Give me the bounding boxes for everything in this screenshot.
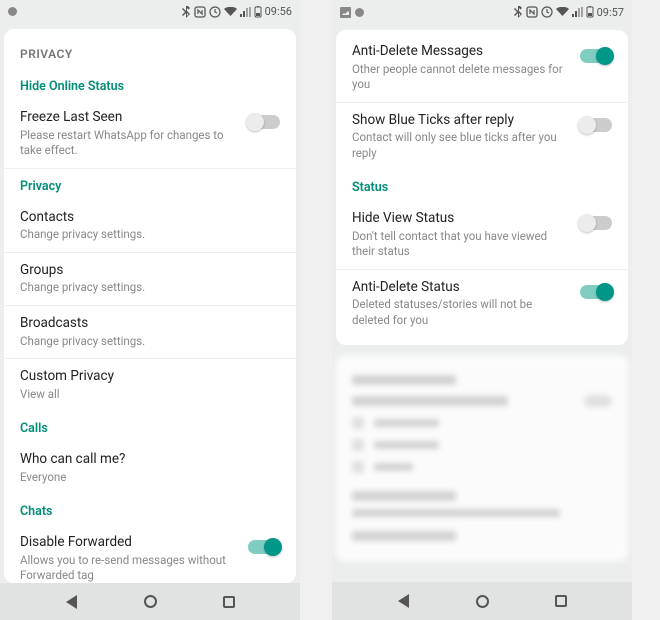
nav-home-button[interactable] [142, 594, 158, 610]
phone-left: 09:56 PRIVACY Hide Online Status Freeze … [0, 0, 300, 620]
nav-recent-button[interactable] [221, 594, 237, 610]
row-subtitle: Please restart WhatsApp for changes to t… [20, 128, 236, 159]
row-subtitle: Other people cannot delete messages for … [352, 62, 568, 93]
image-notification-icon [340, 7, 351, 18]
section-chats: Chats [4, 494, 296, 525]
bluetooth-icon [513, 6, 523, 18]
switch-freeze-last-seen[interactable] [248, 115, 280, 129]
section-calls: Calls [4, 411, 296, 442]
row-title: Disable Forwarded [20, 534, 236, 552]
row-contacts[interactable]: Contacts Change privacy settings. [4, 200, 296, 253]
switch-blue-ticks[interactable] [580, 118, 612, 132]
row-who-can-call[interactable]: Who can call me? Everyone [4, 442, 296, 494]
page-title: PRIVACY [4, 33, 296, 69]
row-subtitle: Don't tell contact that you have viewed … [352, 229, 568, 260]
row-anti-delete-messages[interactable]: Anti-Delete Messages Other people cannot… [336, 34, 628, 103]
row-freeze-last-seen[interactable]: Freeze Last Seen Please restart WhatsApp… [4, 100, 296, 169]
wifi-icon [556, 7, 569, 17]
battery-icon [254, 6, 262, 18]
nav-back-button[interactable] [395, 593, 411, 609]
row-subtitle: Change privacy settings. [20, 280, 268, 296]
row-title: Who can call me? [20, 451, 268, 469]
status-bar: 09:56 [0, 0, 300, 23]
row-custom-privacy[interactable]: Custom Privacy View all [4, 359, 296, 411]
row-subtitle: Allows you to re-send messages without F… [20, 553, 236, 584]
row-subtitle: Everyone [20, 470, 268, 486]
section-status: Status [336, 170, 628, 201]
signal-icon [240, 7, 251, 17]
switch-anti-delete-status[interactable] [580, 285, 612, 299]
nav-bar [332, 582, 632, 620]
section-privacy: Privacy [4, 169, 296, 200]
wifi-icon [224, 7, 237, 17]
status-bar: 09:57 [332, 0, 632, 24]
notification-dot-icon [355, 8, 364, 17]
nfc-icon [526, 6, 538, 18]
row-subtitle: Contact will only see blue ticks after y… [352, 130, 568, 161]
row-subtitle: Deleted statuses/stories will not be del… [352, 297, 568, 328]
row-title: Custom Privacy [20, 368, 268, 386]
row-disable-forwarded[interactable]: Disable Forwarded Allows you to re-send … [4, 525, 296, 583]
signal-icon [572, 7, 583, 17]
status-time: 09:56 [265, 5, 292, 18]
row-title: Anti-Delete Status [352, 279, 568, 297]
switch-anti-delete-messages[interactable] [580, 49, 612, 63]
phone-right: 09:57 Anti-Delete Messages Other people … [332, 0, 632, 620]
row-groups[interactable]: Groups Change privacy settings. [4, 253, 296, 306]
battery-icon [586, 6, 594, 18]
row-hide-view-status[interactable]: Hide View Status Don't tell contact that… [336, 201, 628, 270]
section-hide-online: Hide Online Status [4, 69, 296, 100]
nav-home-button[interactable] [474, 593, 490, 609]
row-title: Broadcasts [20, 315, 268, 333]
row-broadcasts[interactable]: Broadcasts Change privacy settings. [4, 306, 296, 359]
vibrate-icon [209, 6, 221, 18]
switch-disable-forwarded[interactable] [248, 540, 280, 554]
status-time: 09:57 [597, 6, 624, 19]
row-title: Anti-Delete Messages [352, 43, 568, 61]
nav-recent-button[interactable] [553, 593, 569, 609]
row-title: Hide View Status [352, 210, 568, 228]
bluetooth-icon [181, 6, 191, 18]
row-subtitle: Change privacy settings. [20, 334, 268, 350]
settings-card: Anti-Delete Messages Other people cannot… [336, 30, 628, 345]
nav-back-button[interactable] [63, 594, 79, 610]
row-title: Groups [20, 262, 268, 280]
vibrate-icon [541, 6, 553, 18]
settings-card: PRIVACY Hide Online Status Freeze Last S… [4, 29, 296, 583]
row-title: Freeze Last Seen [20, 109, 236, 127]
row-anti-delete-status[interactable]: Anti-Delete Status Deleted statuses/stor… [336, 270, 628, 338]
row-title: Show Blue Ticks after reply [352, 112, 568, 130]
nav-bar [0, 583, 300, 620]
row-subtitle: View all [20, 387, 268, 403]
blurred-card [336, 355, 628, 561]
nfc-icon [194, 6, 206, 18]
row-subtitle: Change privacy settings. [20, 227, 268, 243]
row-title: Contacts [20, 209, 268, 227]
row-blue-ticks[interactable]: Show Blue Ticks after reply Contact will… [336, 103, 628, 171]
notification-dot-icon [8, 7, 17, 16]
switch-hide-view-status[interactable] [580, 216, 612, 230]
